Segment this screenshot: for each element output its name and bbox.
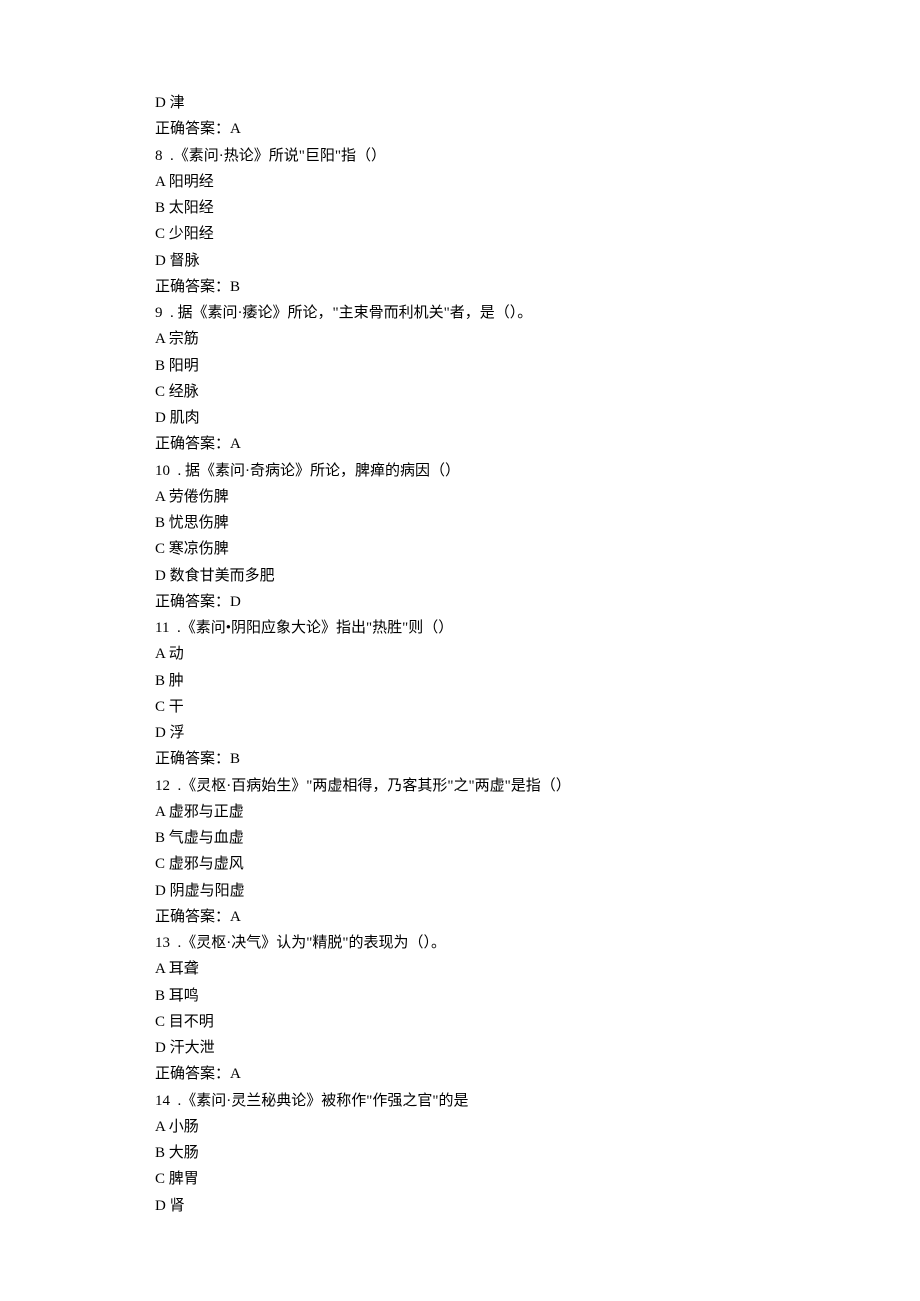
q9-stem: 9 . 据《素问·痿论》所论，"主束骨而利机关"者，是（）。 <box>155 300 780 326</box>
q12-option-c: C 虚邪与虚风 <box>155 851 780 877</box>
q13-option-c: C 目不明 <box>155 1009 780 1035</box>
q10-option-c: C 寒凉伤脾 <box>155 536 780 562</box>
q8-option-b: B 太阳经 <box>155 195 780 221</box>
q7-answer: 正确答案：A <box>155 116 780 142</box>
q10-answer: 正确答案：D <box>155 589 780 615</box>
q14-option-a: A 小肠 <box>155 1114 780 1140</box>
q14-option-b: B 大肠 <box>155 1140 780 1166</box>
q10-option-a: A 劳倦伤脾 <box>155 484 780 510</box>
q8-stem: 8 .《素问·热论》所说"巨阳"指（） <box>155 143 780 169</box>
q12-option-b: B 气虚与血虚 <box>155 825 780 851</box>
q9-answer: 正确答案：A <box>155 431 780 457</box>
q13-option-b: B 耳鸣 <box>155 983 780 1009</box>
q11-stem: 11 .《素问•阴阳应象大论》指出"热胜"则（） <box>155 615 780 641</box>
q9-option-c: C 经脉 <box>155 379 780 405</box>
q11-option-a: A 动 <box>155 641 780 667</box>
q12-stem: 12 .《灵枢·百病始生》"两虚相得，乃客其形"之"两虚"是指（） <box>155 773 780 799</box>
q13-stem: 13 .《灵枢·决气》认为"精脱"的表现为（）。 <box>155 930 780 956</box>
q8-option-a: A 阳明经 <box>155 169 780 195</box>
q8-answer: 正确答案：B <box>155 274 780 300</box>
q14-option-d: D 肾 <box>155 1193 780 1219</box>
document-page: D 津 正确答案：A 8 .《素问·热论》所说"巨阳"指（） A 阳明经 B 太… <box>0 0 920 1259</box>
q14-option-c: C 脾胃 <box>155 1166 780 1192</box>
q9-option-b: B 阳明 <box>155 353 780 379</box>
q10-option-d: D 数食甘美而多肥 <box>155 563 780 589</box>
q10-stem: 10 . 据《素问·奇病论》所论，脾瘅的病因（） <box>155 458 780 484</box>
q11-answer: 正确答案：B <box>155 746 780 772</box>
q11-option-c: C 干 <box>155 694 780 720</box>
q11-option-b: B 肿 <box>155 668 780 694</box>
q8-option-c: C 少阳经 <box>155 221 780 247</box>
q7-option-d: D 津 <box>155 90 780 116</box>
q10-option-b: B 忧思伤脾 <box>155 510 780 536</box>
q13-option-d: D 汗大泄 <box>155 1035 780 1061</box>
q8-option-d: D 督脉 <box>155 248 780 274</box>
q12-option-a: A 虚邪与正虚 <box>155 799 780 825</box>
q12-option-d: D 阴虚与阳虚 <box>155 878 780 904</box>
q12-answer: 正确答案：A <box>155 904 780 930</box>
q13-option-a: A 耳聋 <box>155 956 780 982</box>
q14-stem: 14 .《素问·灵兰秘典论》被称作"作强之官"的是 <box>155 1088 780 1114</box>
q13-answer: 正确答案：A <box>155 1061 780 1087</box>
q9-option-a: A 宗筋 <box>155 326 780 352</box>
q11-option-d: D 浮 <box>155 720 780 746</box>
q9-option-d: D 肌肉 <box>155 405 780 431</box>
